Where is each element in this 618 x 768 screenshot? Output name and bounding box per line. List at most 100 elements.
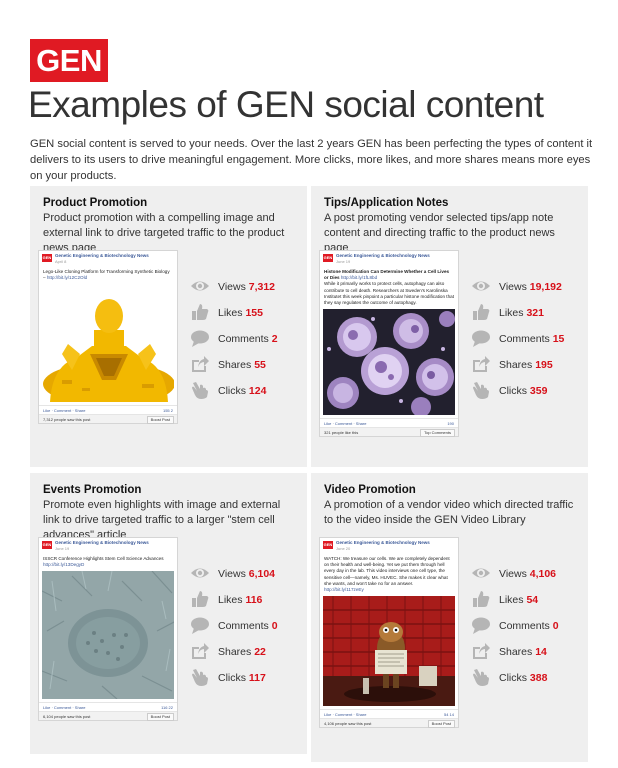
post-reach-text: 321 people like this — [324, 430, 359, 436]
gen-logo: GEN — [30, 39, 108, 82]
post-reach-text: 4,106 people saw this post — [324, 721, 372, 727]
post-reach-text: 6,104 people saw this post — [43, 714, 91, 720]
facebook-post: GEN Genetic Engineering & Biotechnology … — [319, 537, 459, 729]
pointer-hand-icon — [192, 382, 208, 399]
eye-icon — [472, 568, 490, 578]
page-name-link[interactable]: Genetic Engineering & Biotechnology News — [336, 253, 430, 258]
post-link[interactable]: http://bit.ly/12C2Old — [47, 275, 87, 280]
panel-tips-application-notes: Tips/Application Notes A post promoting … — [311, 186, 588, 467]
stem-cell-colony-image — [42, 571, 174, 700]
eye-icon — [191, 281, 209, 291]
share-arrow-icon — [192, 356, 209, 372]
post-actions: Like · Comment · Share 190 — [320, 418, 458, 427]
likes-count: 54 — [526, 594, 539, 606]
clicks-count: 117 — [248, 672, 266, 684]
shares-count: 14 — [535, 646, 547, 658]
panel-title: Tips/Application Notes — [324, 197, 449, 209]
shares-count: 22 — [254, 646, 266, 658]
clicks-count: 124 — [248, 385, 267, 397]
post-reach: 6,104 people saw this post Boost Post — [39, 711, 177, 722]
post-reach-text: 7,312 people saw this post — [43, 417, 91, 423]
boost-post-button[interactable]: Boost Post — [427, 720, 455, 729]
page-name-link[interactable]: Genetic Engineering & Biotechnology News — [336, 540, 430, 545]
share-arrow-icon — [192, 643, 209, 659]
post-header: GEN Genetic Engineering & Biotechnology … — [320, 251, 458, 267]
post-video-thumbnail[interactable] — [323, 596, 455, 707]
post-actions: Like · Comment · Share 116 22 — [39, 702, 177, 711]
comments-count: 0 — [271, 620, 278, 632]
like-comment-share-links[interactable]: Like · Comment · Share — [43, 705, 85, 710]
top-comments-dropdown[interactable]: Top Comments — [420, 429, 455, 438]
post-header: GEN Genetic Engineering & Biotechnology … — [320, 538, 458, 554]
page-avatar: GEN — [42, 541, 52, 549]
post-text: Histone Modification Can Determine Wheth… — [324, 269, 454, 306]
views-count: 6,104 — [248, 568, 276, 580]
share-arrow-icon — [473, 643, 490, 659]
post-date: June 19 — [55, 546, 70, 551]
shares-count: 55 — [254, 359, 266, 371]
page-avatar: GEN — [323, 254, 333, 262]
like-comment-share-links[interactable]: Like · Comment · Share — [43, 408, 85, 413]
post-image-cells — [323, 309, 455, 416]
post-header: GEN Genetic Engineering & Biotechnology … — [39, 538, 177, 554]
page-title: Examples of GEN social content — [28, 84, 544, 125]
likes-count: 321 — [526, 307, 544, 319]
page-avatar: GEN — [42, 254, 52, 262]
video-thumbnail-image — [323, 596, 455, 707]
eye-icon — [472, 281, 490, 291]
post-date: June 20 — [336, 546, 351, 551]
views-count: 7,312 — [248, 281, 276, 293]
panel-events-promotion: Events Promotion Promote even highlights… — [30, 473, 307, 754]
share-arrow-icon — [473, 356, 490, 372]
pointer-hand-icon — [473, 669, 489, 686]
pointer-hand-icon — [473, 382, 489, 399]
post-date: June 19 — [336, 259, 351, 264]
post-reaction-counts: 155 2 — [162, 408, 173, 414]
facebook-post: GEN Genetic Engineering & Biotechnology … — [38, 250, 178, 425]
post-reach: 4,106 people saw this post Boost Post — [320, 718, 458, 729]
facebook-post: GEN Genetic Engineering & Biotechnology … — [38, 537, 178, 722]
comment-bubble-icon — [472, 617, 490, 634]
clicks-count: 359 — [529, 385, 548, 397]
boost-post-button[interactable]: Boost Post — [146, 713, 174, 722]
likes-count: 116 — [245, 594, 263, 606]
like-comment-share-links[interactable]: Like · Comment · Share — [324, 421, 366, 426]
thumbs-up-icon — [473, 591, 490, 607]
post-reaction-counts: 190 — [447, 421, 454, 427]
comment-bubble-icon — [472, 330, 490, 347]
page-name-link[interactable]: Genetic Engineering & Biotechnology News — [55, 253, 149, 258]
views-count: 4,106 — [529, 568, 557, 580]
post-text: WATCH: We treasure our cells. We are com… — [324, 556, 450, 593]
comments-count: 2 — [271, 333, 278, 345]
intro-paragraph: GEN social content is served to your nee… — [30, 138, 593, 182]
post-text: ISSCR Conference Highlights Stem Cell Sc… — [43, 556, 164, 568]
comments-count: 0 — [552, 620, 559, 632]
panel-product-promotion: Product Promotion Product promotion with… — [30, 186, 307, 467]
post-reach: 7,312 people saw this post Boost Post — [39, 414, 177, 425]
post-date: April 8 — [55, 259, 67, 264]
likes-count: 155 — [245, 307, 263, 319]
page-avatar: GEN — [323, 541, 333, 549]
facebook-post: GEN Genetic Engineering & Biotechnology … — [319, 250, 459, 438]
post-header: GEN Genetic Engineering & Biotechnology … — [39, 251, 177, 267]
post-link[interactable]: http://bit.ly/13DegyD — [43, 562, 84, 567]
post-reaction-counts: 54 14 — [443, 712, 454, 718]
comment-bubble-icon — [191, 617, 209, 634]
post-image-stem-cell-colony — [42, 571, 174, 700]
post-link[interactable]: http://bit.ly/1fL8bd — [341, 275, 377, 280]
page-name-link[interactable]: Genetic Engineering & Biotechnology News — [55, 540, 149, 545]
panel-title: Events Promotion — [43, 484, 142, 496]
post-text: Lego-Like Cloning Platform for Transform… — [43, 269, 170, 281]
thumbs-up-icon — [192, 304, 209, 320]
views-count: 19,192 — [529, 281, 562, 293]
cells-image — [323, 309, 455, 416]
boost-post-button[interactable]: Boost Post — [146, 416, 174, 425]
lego-figure-image — [42, 284, 174, 403]
panel-title: Video Promotion — [324, 484, 416, 496]
pointer-hand-icon — [192, 669, 208, 686]
post-actions: Like · Comment · Share 155 2 — [39, 405, 177, 414]
post-link[interactable]: http://bit.ly/117zeEy — [324, 587, 364, 592]
like-comment-share-links[interactable]: Like · Comment · Share — [324, 712, 366, 717]
clicks-count: 388 — [529, 672, 548, 684]
panel-video-promotion: Video Promotion A promotion of a vendor … — [311, 473, 588, 762]
